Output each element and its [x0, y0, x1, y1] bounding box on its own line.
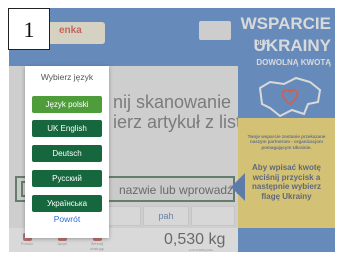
- language-option-polish[interactable]: Język polski: [32, 96, 102, 113]
- language-option-german[interactable]: Deutsch: [32, 145, 102, 162]
- language-popup-title: Wybierz język: [40, 72, 94, 82]
- language-option-english[interactable]: UK English: [32, 120, 102, 137]
- back-link[interactable]: Powrót: [25, 214, 109, 224]
- kiosk-screen: enka nij skanowanie ierz artykuł z listy…: [9, 8, 335, 252]
- language-option-russian[interactable]: Русский: [32, 170, 102, 187]
- language-option-ukrainian[interactable]: Українська: [32, 195, 102, 212]
- step-number-badge: 1: [8, 8, 50, 50]
- language-popup: Wybierz język Język polski UK English De…: [25, 66, 109, 238]
